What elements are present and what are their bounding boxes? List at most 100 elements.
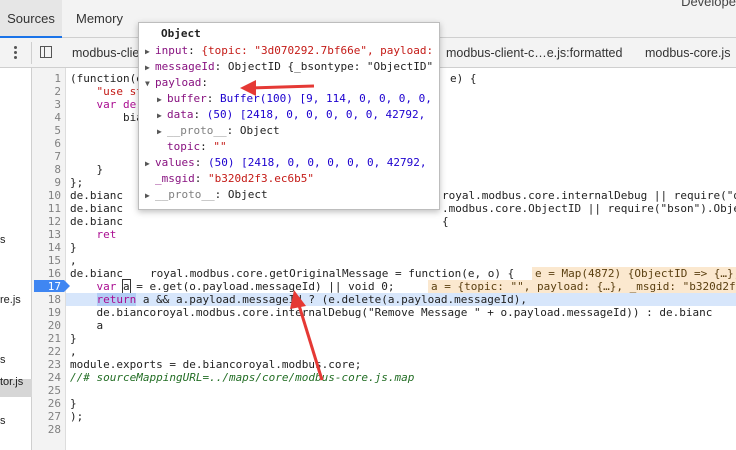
code-line-4: bia: [70, 111, 143, 124]
line-number[interactable]: 9: [31, 176, 61, 189]
expand-triangle-icon[interactable]: ▶: [157, 124, 167, 140]
line-number[interactable]: 8: [31, 163, 61, 176]
line-number[interactable]: 11: [31, 202, 61, 215]
line-number[interactable]: 24: [31, 371, 61, 384]
line-number[interactable]: 12: [31, 215, 61, 228]
code-line-12: de.bianc {: [70, 215, 449, 228]
line-number[interactable]: 18: [31, 293, 61, 306]
hovered-variable[interactable]: a: [122, 279, 131, 294]
prop-values[interactable]: ▶ values: (50) [2418, 0, 0, 0, 0, 0, 4279…: [145, 155, 427, 171]
line-number[interactable]: 28: [31, 423, 61, 436]
line-number[interactable]: 15: [31, 254, 61, 267]
line-number[interactable]: 25: [31, 384, 61, 397]
inline-value-e: e = Map(4872) {ObjectID => {…},: [532, 267, 736, 280]
prop-data[interactable]: ▶ data: (50) [2418, 0, 0, 0, 0, 0, 42792,: [157, 107, 425, 123]
code-line-8: }: [70, 163, 104, 176]
line-number-gutter[interactable]: 1 2 3 4 5 6 7 8 9 10 11 12 13 14 15 16 17 18 19 20 21 22 23 24 2…: [31, 68, 70, 450]
line-number[interactable]: 1: [31, 72, 61, 85]
file-navigator: s re.js s tor.js s: [0, 68, 32, 450]
code-text: var: [70, 280, 123, 293]
expand-triangle-icon[interactable]: ▶: [145, 156, 155, 172]
line-number[interactable]: 17: [31, 280, 61, 293]
line-number[interactable]: 3: [31, 98, 61, 111]
prop-key: messageId: [155, 60, 215, 73]
line-number[interactable]: 5: [31, 124, 61, 137]
code-text: (function(e: [70, 72, 143, 85]
prop-value: Buffer(100) [9, 114, 0, 0, 0, 0,: [220, 92, 432, 105]
object-preview-popover[interactable]: Object ▶ input: {topic: "3d070292.7bf66e"…: [138, 22, 440, 210]
code-text: e) {: [450, 72, 477, 85]
window-title: Develope: [681, 0, 736, 9]
line-number[interactable]: 23: [31, 358, 61, 371]
line-number[interactable]: 13: [31, 228, 61, 241]
line-number[interactable]: 16: [31, 267, 61, 280]
code-line-3: var de: [70, 98, 136, 111]
tab-memory[interactable]: Memory: [76, 0, 123, 38]
navigator-item[interactable]: s: [0, 415, 6, 427]
code-line-22: ,: [70, 345, 77, 358]
code-line-24: //# sourceMappingURL=../maps/core/modbus…: [70, 371, 415, 384]
file-tab-modbus-client-formatted[interactable]: modbus-client-c…e.js:formatted: [446, 38, 622, 68]
code-line-2: "use st: [70, 85, 143, 98]
expand-triangle-icon[interactable]: ▶: [157, 92, 167, 108]
line-number[interactable]: 21: [31, 332, 61, 345]
prop-key: __proto__: [155, 188, 215, 201]
navigator-item[interactable]: re.js: [0, 294, 21, 306]
code-line-19: de.biancoroyal.modbus.core.internalDebug…: [70, 306, 713, 319]
prop-msgid: _msgid: "b320d2f3.ec6b5": [155, 172, 314, 185]
code-line-17: var a = e.get(o.payload.messageId) || vo…: [70, 279, 736, 294]
line-number[interactable]: 2: [31, 85, 61, 98]
prop-value: Object: [227, 188, 268, 201]
file-tab-modbus-core[interactable]: modbus-core.js: [645, 38, 730, 68]
line-number[interactable]: 4: [31, 111, 61, 124]
code-line-27: );: [70, 410, 84, 423]
code-line-16: de.bianc royal.modbus.core.getOriginalMes…: [70, 267, 736, 280]
toggle-navigator-icon[interactable]: [40, 46, 52, 58]
code-text: de.bianc: [70, 202, 123, 215]
prop-buffer[interactable]: ▶ buffer: Buffer(100) [9, 114, 0, 0, 0, 0…: [157, 91, 432, 107]
code-line-23: module.exports = de.biancoroyal.modbus.c…: [70, 358, 362, 371]
navigator-item[interactable]: s: [0, 234, 6, 246]
prop-proto-root[interactable]: ▶ __proto__: Object: [145, 187, 268, 203]
prop-key: input: [155, 44, 189, 57]
toolbar-divider: [31, 42, 32, 64]
line-number[interactable]: 14: [31, 241, 61, 254]
file-tab-modbus-client[interactable]: modbus-clie: [72, 38, 139, 68]
code-text: a && a.payload.messageId ? (e.delete(a.p…: [136, 293, 527, 306]
prop-messageId[interactable]: ▶ messageId: ObjectID {_bsontype: "Object…: [145, 59, 433, 75]
prop-key: payload: [155, 76, 202, 89]
navigator-item[interactable]: tor.js: [0, 376, 23, 388]
expand-triangle-icon[interactable]: ▶: [157, 108, 167, 124]
line-number[interactable]: 19: [31, 306, 61, 319]
prop-topic: topic: "": [167, 140, 227, 153]
code-line-20: a: [70, 319, 104, 332]
more-options-icon[interactable]: [10, 44, 20, 62]
expand-triangle-icon[interactable]: ▶: [145, 188, 155, 204]
line-number[interactable]: 20: [31, 319, 61, 332]
prop-value: "b320d2f3.ec6b5": [208, 172, 314, 185]
line-number[interactable]: 10: [31, 189, 61, 202]
code-text: de.bianc: [70, 267, 123, 280]
code-line-9: };: [70, 176, 84, 189]
line-number[interactable]: 26: [31, 397, 61, 410]
prop-payload[interactable]: ▼ payload:: [145, 75, 208, 91]
code-line-26: }: [70, 397, 77, 410]
line-number[interactable]: 22: [31, 345, 61, 358]
expand-triangle-icon[interactable]: ▶: [145, 60, 155, 76]
navigator-item[interactable]: s: [0, 354, 6, 366]
code-line-21: }: [70, 332, 77, 345]
prop-input[interactable]: ▶ input: {topic: "3d070292.7bf66e", paylo…: [145, 43, 433, 59]
code-text: .modbus.core.ObjectID || require("bson")…: [442, 202, 736, 215]
collapse-triangle-icon[interactable]: ▼: [145, 76, 155, 92]
expand-triangle-icon[interactable]: ▶: [145, 44, 155, 60]
line-number[interactable]: 6: [31, 137, 61, 150]
code-line-10: de.bianc royal.modbus.core.internalDebug …: [70, 189, 736, 202]
prop-proto[interactable]: ▶ __proto__: Object: [157, 123, 280, 139]
code-line-1: (function(e e) {: [70, 72, 477, 85]
line-number[interactable]: 7: [31, 150, 61, 163]
prop-key: values: [155, 156, 195, 169]
tab-sources[interactable]: Sources: [0, 0, 62, 38]
line-number[interactable]: 27: [31, 410, 61, 423]
code-text: {: [442, 215, 449, 228]
